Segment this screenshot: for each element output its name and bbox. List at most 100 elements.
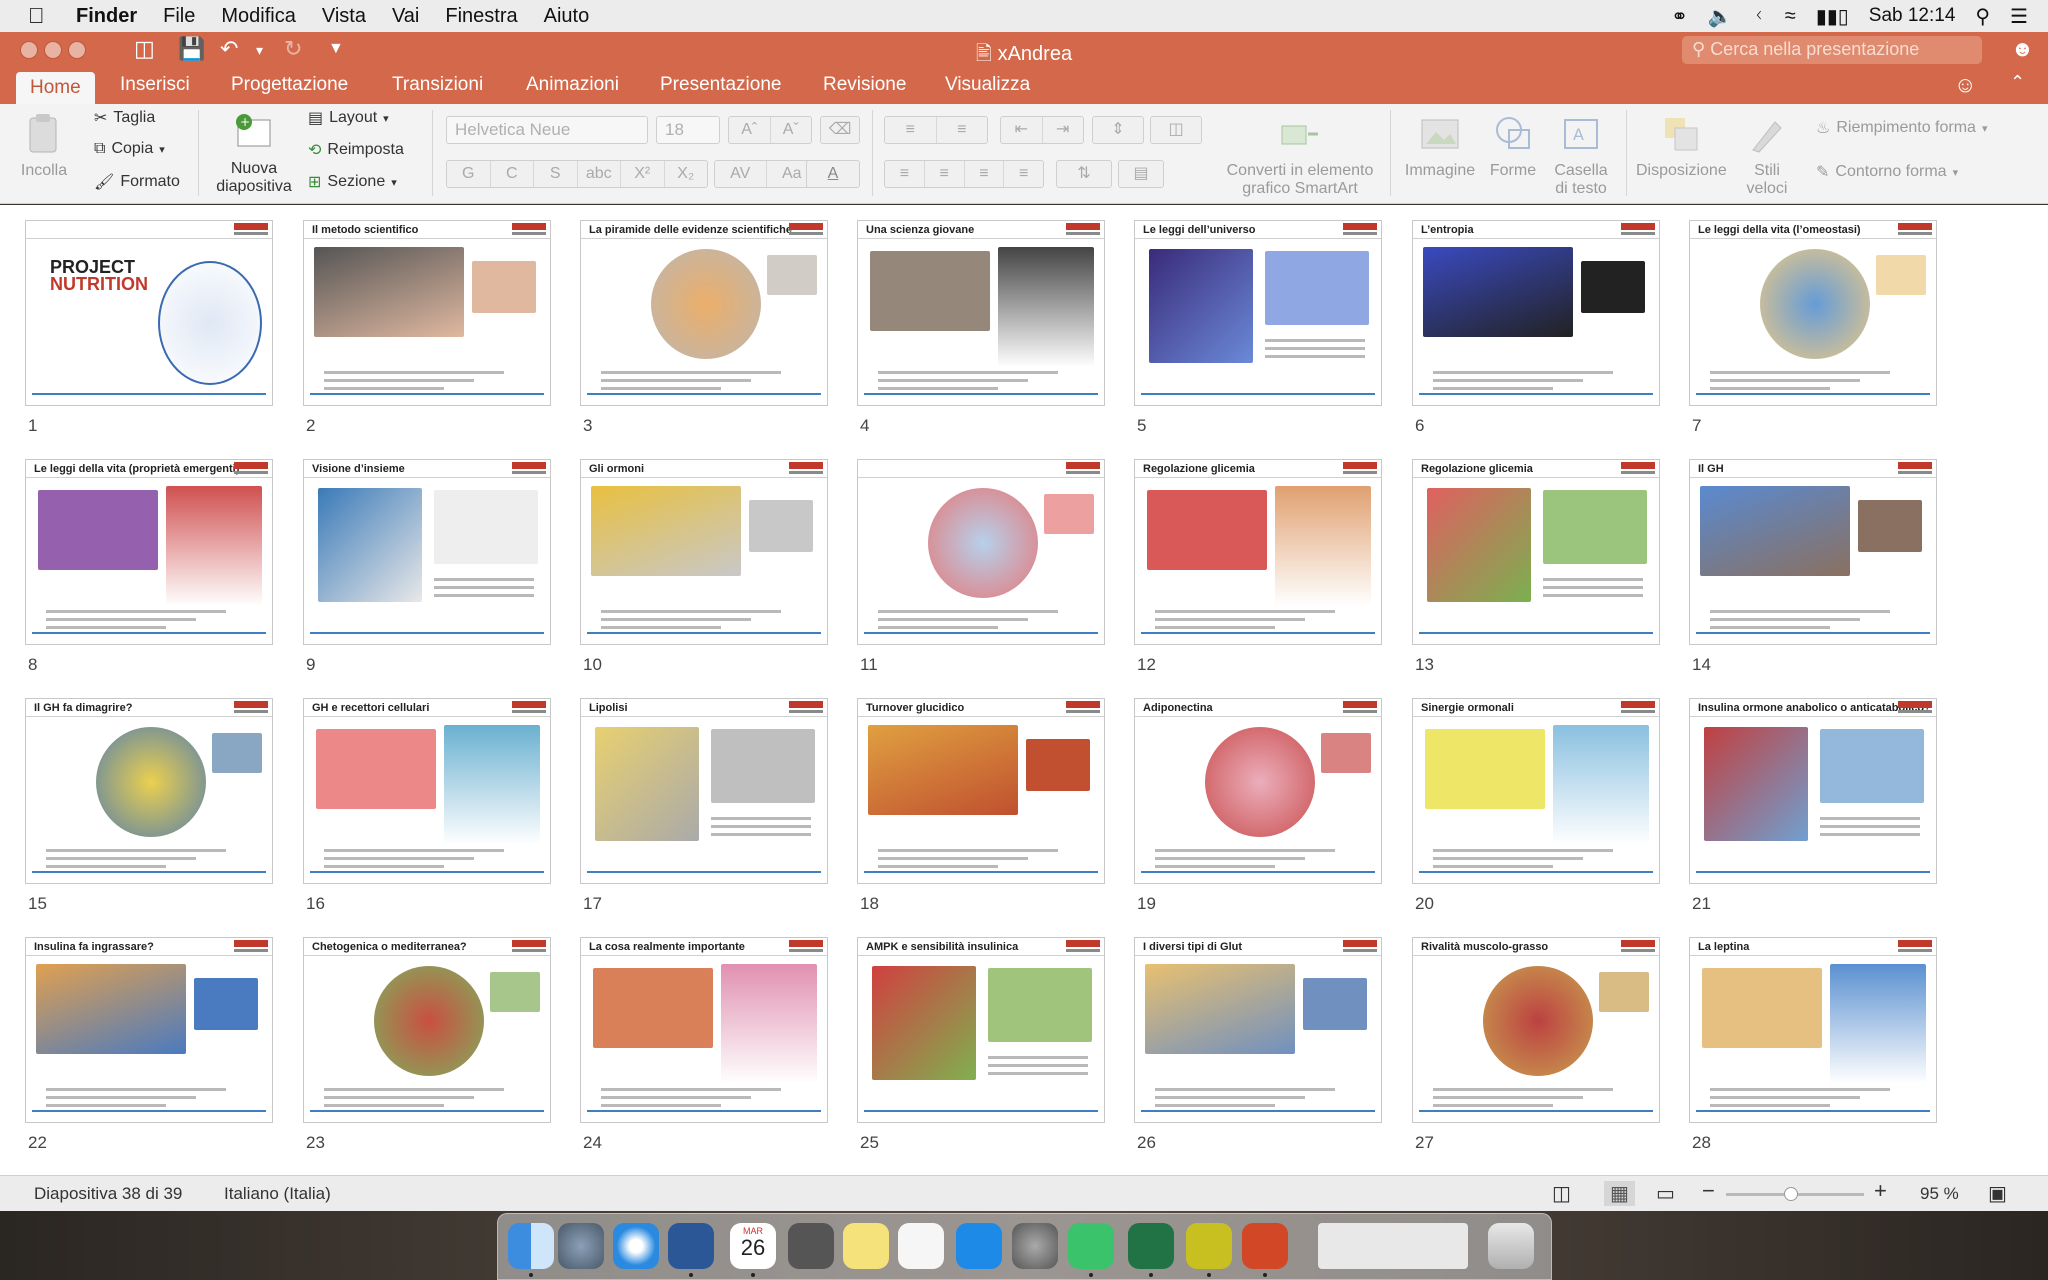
notification-center-icon[interactable]: ☰ bbox=[2010, 4, 2028, 29]
menu-modifica[interactable]: Modifica bbox=[221, 5, 295, 28]
slide-thumbnail[interactable]: Regolazione glicemia bbox=[1134, 459, 1382, 645]
creative-cloud-icon[interactable]: ⚭ bbox=[1671, 4, 1688, 29]
convert-smartart-button[interactable]: Converti in elemento grafico SmartArt bbox=[1222, 112, 1378, 198]
sidebar-toggle-icon[interactable]: ◫ bbox=[134, 36, 155, 62]
insert-image-button[interactable]: Immagine bbox=[1402, 112, 1478, 180]
menu-vai[interactable]: Vai bbox=[392, 5, 419, 28]
tab-progettazione[interactable]: Progettazione bbox=[231, 74, 348, 96]
italic-icon[interactable]: C bbox=[491, 161, 534, 187]
line-spacing-button[interactable]: ⇕ bbox=[1092, 116, 1144, 144]
fireworks-icon[interactable] bbox=[1186, 1223, 1232, 1277]
menu-app-finder[interactable]: Finder bbox=[76, 5, 137, 28]
slide-thumbnail[interactable]: Turnover glucidico bbox=[857, 698, 1105, 884]
tab-presentazione[interactable]: Presentazione bbox=[660, 74, 781, 96]
menu-aiuto[interactable]: Aiuto bbox=[544, 5, 590, 28]
slide-thumbnail[interactable]: GH e recettori cellulari bbox=[303, 698, 551, 884]
normal-view-icon[interactable]: ◫ bbox=[1552, 1181, 1571, 1206]
slide-thumbnail[interactable]: La cosa realmente importante bbox=[580, 937, 828, 1123]
calculator-icon[interactable] bbox=[788, 1223, 834, 1269]
slide-thumbnail[interactable]: Gli ormoni bbox=[580, 459, 828, 645]
customize-toolbar-icon[interactable]: ▼ bbox=[328, 40, 344, 58]
shape-fill-button[interactable]: ♨ Riempimento forma ▾ bbox=[1816, 118, 1987, 138]
slide-thumbnail[interactable]: Il GH bbox=[1689, 459, 1937, 645]
superscript-icon[interactable]: X² bbox=[621, 161, 665, 187]
slide-thumbnail[interactable] bbox=[857, 459, 1105, 645]
apple-icon[interactable]:  bbox=[28, 3, 56, 29]
copy-button[interactable]: ⧉ Copia ▾ bbox=[94, 140, 165, 158]
tab-animazioni[interactable]: Animazioni bbox=[526, 74, 619, 96]
slide-thumbnail[interactable]: Le leggi dell’universo bbox=[1134, 220, 1382, 406]
slide-thumbnail[interactable]: Visione d’insieme bbox=[303, 459, 551, 645]
numbered-list-icon[interactable]: ≡ bbox=[937, 117, 988, 143]
slide-sorter-view-icon[interactable]: ▦ bbox=[1604, 1181, 1635, 1206]
slide-thumbnail[interactable]: Insulina ormone anabolico o anticataboli… bbox=[1689, 698, 1937, 884]
font-name-select[interactable]: Helvetica Neue bbox=[446, 116, 648, 144]
zoom-window-button[interactable] bbox=[68, 41, 86, 59]
quick-styles-button[interactable]: Stili veloci bbox=[1736, 112, 1798, 198]
menu-file[interactable]: File bbox=[163, 5, 195, 28]
format-painter-button[interactable]: 🖌 Formato bbox=[94, 172, 180, 192]
bulleted-list-icon[interactable]: ≡ bbox=[885, 117, 937, 143]
menubar-clock[interactable]: Sab 12:14 bbox=[1869, 5, 1956, 27]
justify-icon[interactable]: ≡ bbox=[1004, 161, 1043, 187]
layout-button[interactable]: ▤ Layout ▾ bbox=[308, 108, 389, 128]
notes-icon[interactable] bbox=[843, 1223, 889, 1269]
align-text-button[interactable]: ▤ bbox=[1118, 160, 1164, 188]
trash-icon[interactable] bbox=[1488, 1223, 1534, 1269]
columns-button[interactable]: ◫ bbox=[1150, 116, 1202, 144]
battery-icon[interactable]: ▮▮▯ bbox=[1816, 4, 1849, 29]
finder-icon[interactable] bbox=[508, 1223, 554, 1277]
reset-button[interactable]: ⟲ Reimposta bbox=[308, 140, 404, 160]
zoom-out-icon[interactable]: − bbox=[1702, 1178, 1715, 1204]
language-indicator[interactable]: Italiano (Italia) bbox=[224, 1184, 331, 1204]
align-right-icon[interactable]: ≡ bbox=[965, 161, 1005, 187]
slide-thumbnail[interactable]: Chetogenica o mediterranea? bbox=[303, 937, 551, 1123]
slide-thumbnail[interactable]: Il GH fa dimagrire? bbox=[25, 698, 273, 884]
slide-thumbnail[interactable]: Sinergie ormonali bbox=[1412, 698, 1660, 884]
word-icon[interactable] bbox=[668, 1223, 714, 1277]
zoom-in-icon[interactable]: + bbox=[1874, 1178, 1887, 1204]
slide-thumbnail[interactable]: Le leggi della vita (proprietà emergenti… bbox=[25, 459, 273, 645]
launchpad-icon[interactable] bbox=[558, 1223, 604, 1269]
arrange-button[interactable]: Disposizione bbox=[1636, 112, 1727, 180]
zoom-level[interactable]: 95 % bbox=[1920, 1184, 1959, 1204]
slide-thumbnail[interactable]: Una scienza giovane bbox=[857, 220, 1105, 406]
redo-icon[interactable]: ↻ bbox=[284, 36, 302, 62]
undo-icon[interactable]: ↶ bbox=[220, 36, 238, 62]
paste-button[interactable]: Incolla bbox=[14, 112, 74, 180]
reminders-icon[interactable] bbox=[898, 1223, 944, 1269]
section-button[interactable]: ⊞ Sezione ▾ bbox=[308, 172, 397, 192]
align-left-icon[interactable]: ≡ bbox=[885, 161, 925, 187]
search-presentation-input[interactable]: ⚲ Cerca nella presentazione bbox=[1682, 36, 1982, 64]
insert-textbox-button[interactable]: A Casella di testo bbox=[1548, 112, 1614, 198]
document-stack-icon[interactable] bbox=[1318, 1223, 1468, 1269]
close-window-button[interactable] bbox=[20, 41, 38, 59]
system-preferences-icon[interactable] bbox=[1012, 1223, 1058, 1269]
volume-icon[interactable]: 🔈 bbox=[1708, 4, 1733, 29]
new-slide-button[interactable]: + Nuova diapositiva bbox=[212, 110, 296, 196]
share-user-icon[interactable]: ☻ bbox=[2011, 36, 2034, 62]
undo-dropdown-icon[interactable]: ▾ bbox=[256, 42, 263, 59]
calendar-icon[interactable]: MAR 26 bbox=[730, 1223, 776, 1277]
tab-inserisci[interactable]: Inserisci bbox=[120, 74, 190, 96]
insert-shapes-button[interactable]: Forme bbox=[1480, 112, 1546, 180]
slide-thumbnail[interactable]: Regolazione glicemia bbox=[1412, 459, 1660, 645]
decrease-font-size-icon[interactable]: Aˇ bbox=[771, 117, 812, 143]
slide-thumbnail[interactable]: Le leggi della vita (l’omeostasi) bbox=[1689, 220, 1937, 406]
slide-thumbnail[interactable]: L’entropia bbox=[1412, 220, 1660, 406]
wifi-icon[interactable]: ≈ bbox=[1785, 5, 1796, 28]
slide-thumbnail[interactable]: PROJECT NUTRITION bbox=[25, 220, 273, 406]
character-spacing-icon[interactable]: AV bbox=[715, 161, 767, 187]
tab-transizioni[interactable]: Transizioni bbox=[392, 74, 483, 96]
feedback-smiley-icon[interactable]: ☺ bbox=[1954, 72, 1976, 98]
menu-vista[interactable]: Vista bbox=[322, 5, 366, 28]
zoom-slider-thumb[interactable] bbox=[1784, 1187, 1798, 1201]
slide-thumbnail[interactable]: I diversi tipi di Glut bbox=[1134, 937, 1382, 1123]
presenter-view-icon[interactable]: ▭ bbox=[1656, 1181, 1675, 1206]
decrease-indent-icon[interactable]: ⇤ bbox=[1001, 117, 1043, 143]
subscript-icon[interactable]: X₂ bbox=[665, 161, 708, 187]
increase-indent-icon[interactable]: ⇥ bbox=[1043, 117, 1084, 143]
zoom-slider[interactable] bbox=[1726, 1187, 1864, 1201]
app-store-icon[interactable] bbox=[956, 1223, 1002, 1269]
slide-thumbnail[interactable]: Rivalità muscolo-grasso bbox=[1412, 937, 1660, 1123]
